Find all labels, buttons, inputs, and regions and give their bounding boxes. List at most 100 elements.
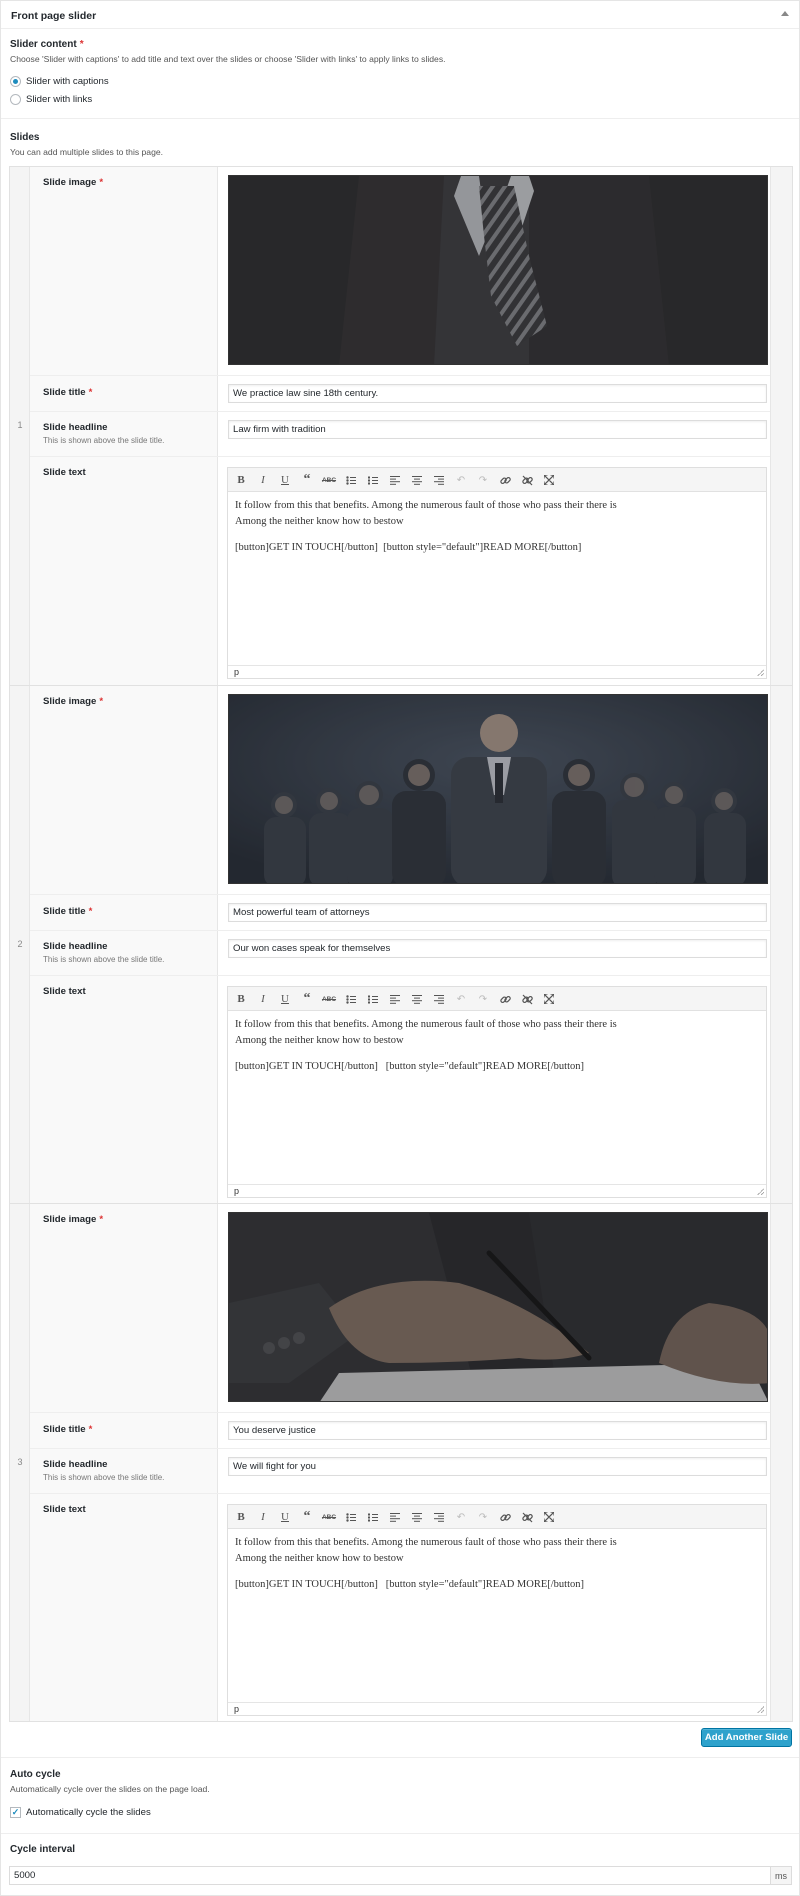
slide-headline-input[interactable]: Law firm with tradition [228,420,767,439]
align-right-icon[interactable] [430,472,448,488]
slide-title-input[interactable]: We practice law sine 18th century. [228,384,767,403]
undo-icon[interactable]: ↶ [452,991,470,1007]
insert-link-icon[interactable] [496,472,514,488]
underline-icon[interactable]: U [276,991,294,1007]
slide-text-editor[interactable]: B I U “ ABC ↶ ↷ It follow from this that… [227,986,767,1198]
redo-icon[interactable]: ↷ [474,472,492,488]
fullscreen-icon[interactable] [540,991,558,1007]
slide-image[interactable] [228,175,768,365]
remove-slide-column[interactable] [770,686,792,1203]
radio-slider-with-captions[interactable]: Slider with captions [10,74,109,88]
slide-image[interactable] [228,1212,768,1402]
panel-title: Front page slider [11,10,97,22]
numbered-list-icon[interactable] [364,472,382,488]
slide-title-label: Slide title * [43,1424,92,1435]
add-another-slide-button[interactable]: Add Another Slide [701,1728,792,1747]
italic-icon[interactable]: I [254,991,272,1007]
insert-link-icon[interactable] [496,991,514,1007]
bold-icon[interactable]: B [232,472,250,488]
slide-title-input[interactable]: You deserve justice [228,1421,767,1440]
resize-grip-icon[interactable] [757,1188,764,1195]
editor-line: Among the neither know how to bestow [235,1553,404,1564]
underline-icon[interactable]: U [276,472,294,488]
undo-icon[interactable]: ↶ [452,1509,470,1525]
remove-slide-column[interactable] [770,1204,792,1721]
slide-title-label-text: Slide title [43,1424,86,1435]
bullet-list-icon[interactable] [342,1509,360,1525]
slide-row: 3 Slide image * Slide title * You deserv… [10,1203,792,1721]
remove-link-icon[interactable] [518,991,536,1007]
blockquote-icon[interactable]: “ [298,472,316,488]
bullet-list-icon[interactable] [342,472,360,488]
italic-icon[interactable]: I [254,472,272,488]
editor-toolbar: B I U “ ABC ↶ ↷ [228,1505,766,1529]
slide-headline-input[interactable]: We will fight for you [228,1457,767,1476]
auto-cycle-checkbox-row[interactable]: ✓ Automatically cycle the slides [10,1805,151,1819]
editor-statusbar: p [228,1702,766,1715]
insert-link-icon[interactable] [496,1509,514,1525]
numbered-list-icon[interactable] [364,1509,382,1525]
underline-icon[interactable]: U [276,1509,294,1525]
separator [30,1448,770,1449]
resize-grip-icon[interactable] [757,669,764,676]
editor-toolbar: B I U “ ABC ↶ ↷ [228,987,766,1011]
remove-link-icon[interactable] [518,1509,536,1525]
align-right-icon[interactable] [430,991,448,1007]
slide-title-input[interactable]: Most powerful team of attorneys [228,903,767,922]
radio-button[interactable] [10,93,21,105]
slide-image-label: Slide image * [43,1214,103,1225]
strikethrough-icon[interactable]: ABC [320,1509,338,1525]
fullscreen-icon[interactable] [540,1509,558,1525]
cycle-interval-input[interactable]: 5000 [9,1866,771,1885]
editor-content[interactable]: It follow from this that benefits. Among… [235,1017,755,1085]
separator [30,930,770,931]
bold-icon[interactable]: B [232,991,250,1007]
editor-content[interactable]: It follow from this that benefits. Among… [235,1535,755,1603]
align-left-icon[interactable] [386,991,404,1007]
slide-image[interactable] [228,694,768,884]
align-center-icon[interactable] [408,991,426,1007]
align-right-icon[interactable] [430,1509,448,1525]
slide-headline-description: This is shown above the slide title. [43,436,165,445]
bullet-list-icon[interactable] [342,991,360,1007]
slide-text-editor[interactable]: B I U “ ABC ↶ ↷ It follow from this that… [227,467,767,679]
radio-slider-with-links[interactable]: Slider with links [10,92,92,106]
checkbox-label: Automatically cycle the slides [26,1806,151,1818]
undo-icon[interactable]: ↶ [452,472,470,488]
slide-title-label: Slide title * [43,906,92,917]
cycle-interval-label: Cycle interval [10,1844,76,1855]
bold-icon[interactable]: B [232,1509,250,1525]
required-mark: * [99,177,104,188]
required-mark: * [79,39,84,50]
blockquote-icon[interactable]: “ [298,991,316,1007]
checkbox-checked-icon[interactable]: ✓ [10,1806,21,1818]
collapse-arrow-icon[interactable] [781,11,789,16]
slide-text-editor[interactable]: B I U “ ABC ↶ ↷ It follow from this that… [227,1504,767,1716]
italic-icon[interactable]: I [254,1509,272,1525]
editor-content[interactable]: It follow from this that benefits. Among… [235,498,755,566]
align-center-icon[interactable] [408,1509,426,1525]
radio-button[interactable] [10,75,21,87]
redo-icon[interactable]: ↷ [474,991,492,1007]
align-left-icon[interactable] [386,472,404,488]
align-left-icon[interactable] [386,1509,404,1525]
panel-header[interactable]: Front page slider [1,1,799,29]
editor-line: Among the neither know how to bestow [235,516,404,527]
element-path: p [234,1704,240,1714]
align-center-icon[interactable] [408,472,426,488]
resize-grip-icon[interactable] [757,1706,764,1713]
strikethrough-icon[interactable]: ABC [320,991,338,1007]
strikethrough-icon[interactable]: ABC [320,472,338,488]
slide-image-suit-tie [229,176,767,364]
remove-link-icon[interactable] [518,472,536,488]
remove-slide-column[interactable] [770,167,792,685]
blockquote-icon[interactable]: “ [298,1509,316,1525]
numbered-list-icon[interactable] [364,991,382,1007]
slide-image-label: Slide image * [43,696,103,707]
slide-headline-description: This is shown above the slide title. [43,955,165,964]
slide-headline-input[interactable]: Our won cases speak for themselves [228,939,767,958]
editor-line: [button]GET IN TOUCH[/button] [button st… [235,1579,585,1590]
fullscreen-icon[interactable] [540,472,558,488]
redo-icon[interactable]: ↷ [474,1509,492,1525]
slider-content-description: Choose 'Slider with captions' to add tit… [10,54,446,64]
